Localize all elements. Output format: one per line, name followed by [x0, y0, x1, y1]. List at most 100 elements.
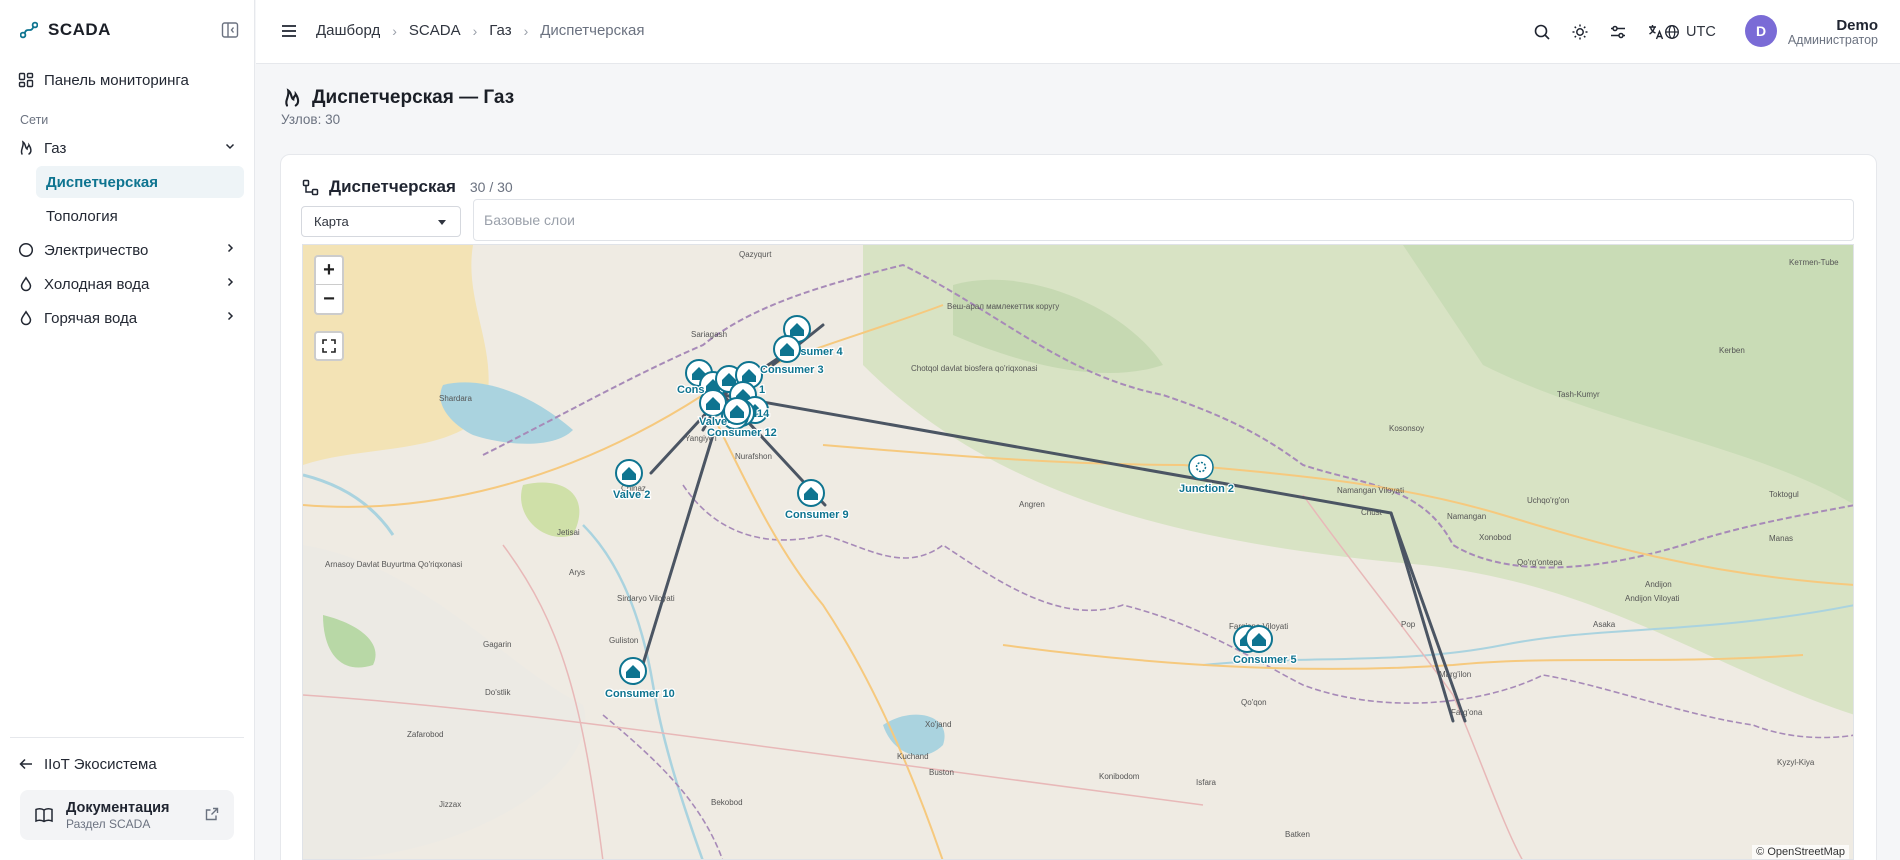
base-layers-placeholder: Базовые слои — [484, 212, 575, 228]
sidebar-collapse-button[interactable] — [221, 21, 239, 39]
place-label: Angren — [1019, 500, 1045, 509]
consumer-12-marker[interactable] — [723, 397, 751, 425]
valve-2-marker[interactable] — [615, 459, 643, 487]
map-view[interactable]: Qazyqurt Sariagash Shardara Chinaz Yangi… — [302, 244, 1854, 860]
consumer-3-marker[interactable] — [773, 335, 801, 363]
sidebar-subitem-dispatch[interactable]: Диспетчерская — [36, 166, 244, 198]
brand-name: SCADA — [48, 20, 111, 39]
theme-toggle-button[interactable] — [1569, 21, 1591, 43]
zoom-control: + − — [314, 255, 344, 315]
chevron-down-icon — [225, 143, 235, 150]
base-layers-input[interactable]: Базовые слои — [473, 199, 1854, 241]
place-label: Toktogul — [1769, 490, 1799, 499]
sidebar-item-cold-water[interactable]: Холодная вода — [18, 272, 240, 296]
avatar[interactable]: D — [1745, 15, 1777, 47]
fullscreen-button[interactable] — [314, 331, 344, 361]
ecosystem-link-label: IIoT Экосистема — [44, 755, 157, 773]
consumer-5-marker[interactable] — [1245, 625, 1273, 653]
place-label: Do'stlik — [485, 688, 512, 697]
sidebar-item-hot-water[interactable]: Горячая вода — [18, 306, 240, 330]
sidebar: SCADA Панель мониторинга Сети Газ Диспет… — [0, 0, 255, 860]
droplet-icon — [20, 310, 32, 326]
caret-down-icon — [438, 220, 446, 225]
chevron-right-icon — [227, 311, 234, 321]
book-icon — [35, 808, 53, 823]
sidebar-toggle-icon — [221, 22, 239, 38]
sidebar-item-label: Холодная вода — [44, 275, 150, 293]
place-label: Kerben — [1719, 346, 1745, 355]
user-role: Администратор — [1787, 33, 1878, 47]
search-button[interactable] — [1531, 21, 1553, 43]
search-icon — [1534, 24, 1550, 40]
sun-icon — [1572, 24, 1588, 40]
place-label: Uchqo'rg'on — [1527, 496, 1569, 505]
place-label: Bekobod — [711, 798, 743, 807]
ecosystem-back-link[interactable]: IIoT Экосистема — [18, 752, 157, 776]
header-actions — [1531, 21, 1667, 43]
zoom-out-button[interactable]: − — [316, 285, 342, 313]
place-label: Namangan — [1447, 512, 1486, 521]
place-label: Qazyqurt — [739, 250, 772, 259]
card-title: Диспетчерская — [329, 177, 456, 196]
globe-icon — [1665, 25, 1679, 39]
place-label: Pop — [1401, 620, 1416, 629]
hamburger-icon — [282, 25, 296, 37]
page-title-text: Диспетчерская — Газ — [312, 87, 515, 108]
brand[interactable]: SCADA — [20, 20, 111, 40]
sidebar-item-dashboard[interactable]: Панель мониторинга — [18, 68, 189, 92]
consumer-10-marker[interactable] — [619, 657, 647, 685]
map-attribution[interactable]: © OpenStreetMap — [1752, 845, 1849, 859]
sidebar-item-electricity[interactable]: Электричество — [18, 238, 240, 262]
place-label: Arys — [569, 568, 585, 577]
breadcrumb-scada[interactable]: SCADA — [409, 22, 461, 39]
breadcrumb-separator: › — [392, 22, 397, 39]
documentation-card[interactable]: Документация Раздел SCADA — [20, 790, 234, 840]
place-label: Xo'jand — [925, 720, 951, 729]
place-label: Qo'qon — [1241, 698, 1267, 707]
documentation-title: Документация — [66, 799, 170, 816]
place-label: Kosonsoy — [1389, 424, 1424, 433]
place-label: Zafarobod — [407, 730, 443, 739]
place-label: Arnasoy Davlat Buyurtma Qo'riqxonasi — [325, 560, 462, 569]
chevron-right-icon — [227, 277, 234, 287]
breadcrumb-dashboard[interactable]: Дашборд — [316, 22, 380, 39]
valve-2-label: Valve 2 — [613, 489, 650, 501]
place-label: Asaka — [1593, 620, 1616, 629]
consumer-10-label: Consumer 10 — [605, 688, 675, 700]
timezone-label: UTC — [1686, 24, 1716, 40]
place-label: Keтmen-Tube — [1789, 258, 1839, 267]
timezone-button[interactable]: UTC — [1664, 20, 1716, 44]
zoom-in-button[interactable]: + — [316, 257, 342, 285]
place-label: Farg'ona — [1451, 708, 1483, 717]
consumer-9-marker[interactable] — [797, 479, 825, 507]
network-logo-icon — [20, 21, 38, 39]
place-label: Xonobod — [1479, 533, 1511, 542]
arrow-left-icon — [19, 758, 32, 770]
place-label: Jetisai — [557, 528, 580, 537]
breadcrumb-separator: › — [472, 22, 478, 39]
place-label: Manas — [1769, 534, 1793, 543]
place-label: Gagarin — [483, 640, 511, 649]
sidebar-item-gas[interactable]: Газ — [18, 136, 240, 160]
view-mode-value: Карта — [314, 214, 349, 229]
dashboard-grid-icon — [18, 72, 34, 88]
place-label: Kuchand — [897, 752, 929, 761]
sidebar-subitem-topology[interactable]: Топология — [36, 200, 244, 232]
place-label: Andijon — [1645, 580, 1672, 589]
place-label: Beш-арал мамлекеттик коругу — [947, 302, 1059, 311]
place-label: Guliston — [609, 636, 638, 645]
settings-sliders-button[interactable] — [1607, 21, 1629, 43]
place-label: Sirdaryo Viloyati — [617, 594, 675, 603]
view-mode-select[interactable]: Карта — [301, 206, 461, 237]
user-name: Demo — [1836, 17, 1878, 34]
consumer-5-label: Consumer 5 — [1233, 654, 1297, 666]
map-base: Qazyqurt Sariagash Shardara Chinaz Yangi… — [303, 245, 1853, 859]
translate-icon — [1649, 25, 1664, 40]
junction-2-marker[interactable] — [1188, 454, 1214, 480]
menu-button[interactable] — [280, 22, 298, 45]
place-label: Tash-Kumyr — [1557, 390, 1600, 399]
place-label: Shardara — [439, 394, 472, 403]
place-label: Buston — [929, 768, 954, 777]
page-title: Диспетчерская — Газ — [282, 87, 514, 109]
breadcrumb-gas[interactable]: Газ — [489, 22, 511, 39]
